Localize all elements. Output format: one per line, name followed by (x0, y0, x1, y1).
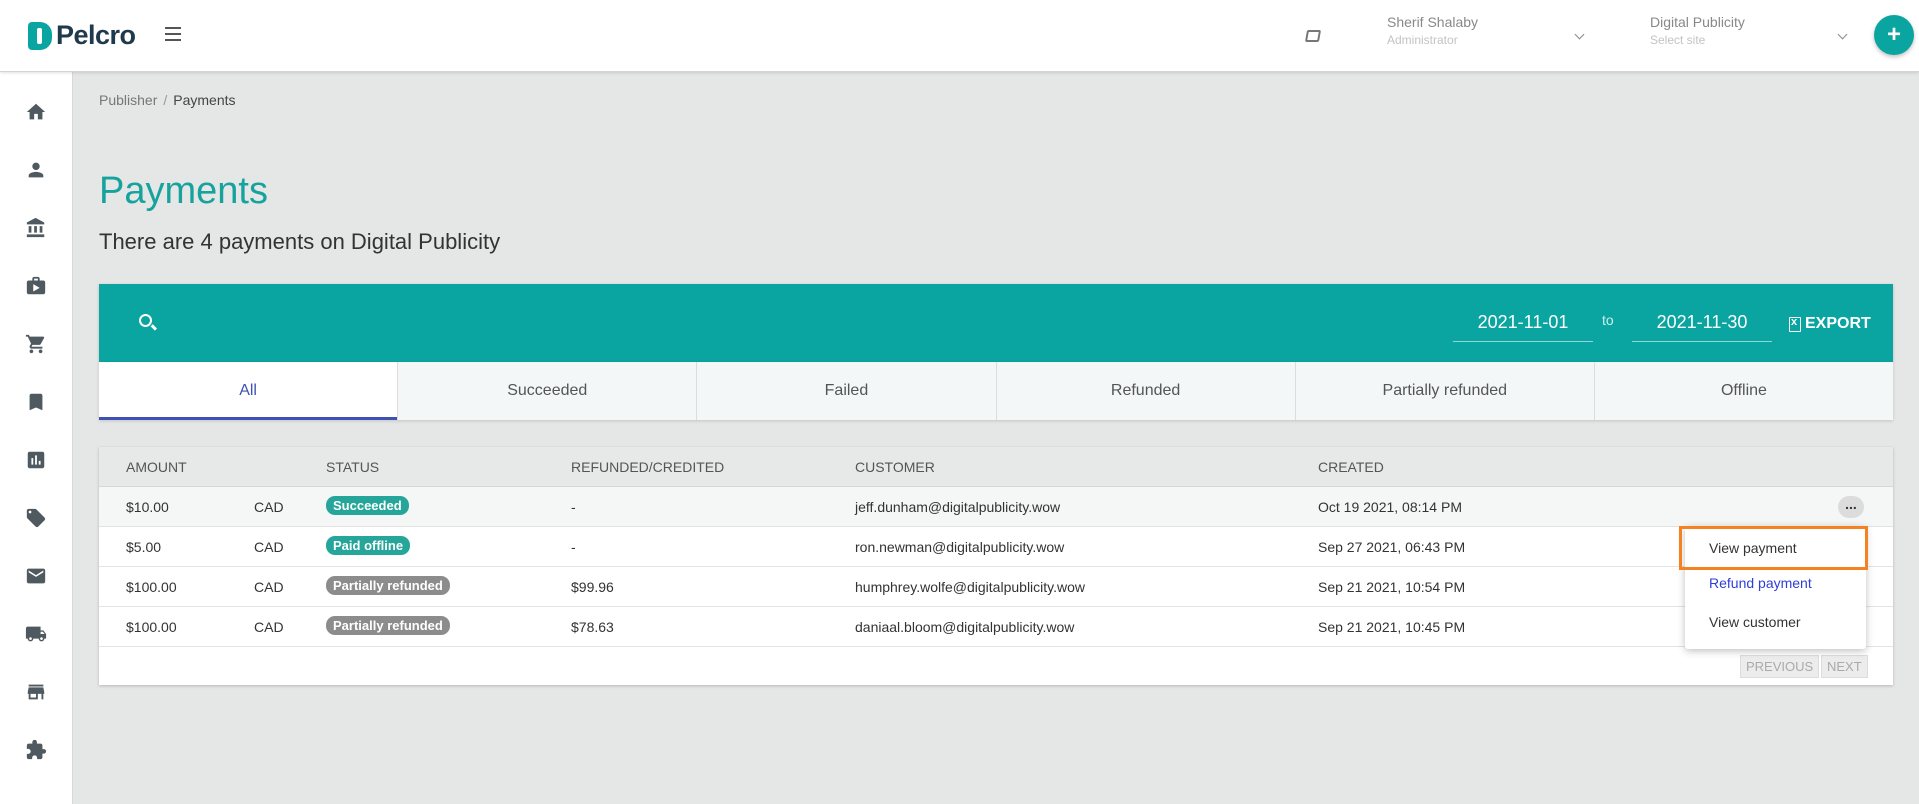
truck-icon[interactable] (24, 622, 48, 646)
status-badge: Partially refunded (326, 616, 450, 635)
tab-partially-refunded[interactable]: Partially refunded (1296, 362, 1595, 420)
status-tabs: All Succeeded Failed Refunded Partially … (99, 362, 1893, 420)
tab-offline[interactable]: Offline (1595, 362, 1893, 420)
table-row[interactable]: $10.00 CAD Succeeded - jeff.dunham@digit… (99, 487, 1893, 527)
currency: CAD (254, 619, 284, 635)
tab-refunded[interactable]: Refunded (997, 362, 1296, 420)
created-date: Oct 19 2021, 08:14 PM (1318, 499, 1462, 515)
date-from-input[interactable]: 2021-11-01 (1453, 312, 1593, 342)
export-button[interactable]: EXPORT (1789, 315, 1871, 333)
status-badge: Partially refunded (326, 576, 450, 595)
column-status: STATUS (326, 459, 380, 475)
column-refunded: REFUNDED/CREDITED (571, 459, 725, 475)
currency: CAD (254, 579, 284, 595)
refunded-amount: - (571, 539, 576, 555)
table-row[interactable]: $100.00 CAD Partially refunded $99.96 hu… (99, 567, 1893, 607)
tab-succeeded[interactable]: Succeeded (398, 362, 698, 420)
tab-failed[interactable]: Failed (697, 362, 997, 420)
customer-email[interactable]: daniaal.bloom@digitalpublicity.wow (855, 619, 1074, 635)
created-date: Sep 21 2021, 10:45 PM (1318, 619, 1466, 635)
date-to-input[interactable]: 2021-11-30 (1632, 312, 1772, 342)
created-date: Sep 21 2021, 10:54 PM (1318, 579, 1466, 595)
table-header: AMOUNT STATUS REFUNDED/CREDITED CUSTOMER… (99, 447, 1893, 487)
created-date: Sep 27 2021, 06:43 PM (1318, 539, 1466, 555)
briefcase-icon[interactable] (24, 274, 48, 298)
ticket-icon[interactable] (24, 506, 48, 530)
column-created: CREATED (1318, 459, 1384, 475)
refunded-amount: $99.96 (571, 579, 614, 595)
site-placeholder: Select site (1650, 33, 1706, 47)
add-button[interactable]: + (1874, 15, 1914, 55)
breadcrumb-current: Payments (173, 92, 236, 108)
user-name: Sherif Shalaby (1387, 14, 1479, 30)
site-selector[interactable]: Digital Publicity Select site (1650, 14, 1850, 47)
view-customer-menu-item[interactable]: View customer (1709, 614, 1801, 630)
logo-text: Pelcro (56, 20, 136, 50)
refunded-amount: $78.63 (571, 619, 614, 635)
breadcrumb-publisher[interactable]: Publisher (99, 92, 157, 108)
table-row[interactable]: $100.00 CAD Partially refunded $78.63 da… (99, 607, 1893, 647)
currency: CAD (254, 539, 284, 555)
top-bar: Pelcro Sherif Shalaby Administrator Digi… (0, 0, 1919, 72)
breadcrumb-separator: / (163, 92, 168, 108)
view-payment-menu-item[interactable]: View payment (1679, 526, 1868, 570)
customer-email[interactable]: humphrey.wolfe@digitalpublicity.wow (855, 579, 1085, 595)
pelcro-logo[interactable]: Pelcro (28, 20, 136, 51)
page-subtitle: There are 4 payments on Digital Publicit… (99, 229, 501, 254)
store-icon[interactable] (24, 680, 48, 704)
row-actions-menu: View payment Refund payment View custome… (1679, 526, 1868, 649)
bank-icon[interactable] (24, 216, 48, 240)
amount: $10.00 (126, 499, 169, 515)
column-customer: CUSTOMER (855, 459, 935, 475)
mail-icon[interactable] (24, 564, 48, 588)
site-name: Digital Publicity (1650, 14, 1745, 30)
next-page-button[interactable]: NEXT (1821, 655, 1868, 678)
column-amount: AMOUNT (126, 459, 187, 475)
breadcrumb: Publisher / Payments (99, 92, 236, 108)
more-actions-button[interactable]: ... (1838, 496, 1864, 518)
customer-email[interactable]: ron.newman@digitalpublicity.wow (855, 539, 1064, 555)
currency: CAD (254, 499, 284, 515)
refund-payment-menu-item[interactable]: Refund payment (1709, 575, 1812, 591)
chart-icon[interactable] (24, 448, 48, 472)
sidebar (0, 72, 73, 804)
bookmark-icon[interactable] (24, 390, 48, 414)
page-title: Payments (99, 170, 268, 212)
refunded-amount: - (571, 499, 576, 515)
excel-file-icon (1789, 316, 1801, 332)
table-row[interactable]: $5.00 CAD Paid offline - ron.newman@digi… (99, 527, 1893, 567)
filter-bar: 2021-11-01 to 2021-11-30 EXPORT (99, 284, 1893, 362)
payments-table: AMOUNT STATUS REFUNDED/CREDITED CUSTOMER… (99, 447, 1893, 685)
date-range-to-label: to (1602, 312, 1614, 328)
puzzle-icon[interactable] (24, 738, 48, 762)
amount: $100.00 (126, 579, 177, 595)
search-icon[interactable] (139, 314, 152, 327)
export-label: EXPORT (1805, 315, 1871, 332)
tab-all[interactable]: All (99, 362, 399, 420)
user-selector[interactable]: Sherif Shalaby Administrator (1387, 14, 1587, 47)
status-badge: Paid offline (326, 536, 411, 555)
book-icon[interactable] (1304, 30, 1322, 42)
amount: $5.00 (126, 539, 162, 555)
amount: $100.00 (126, 619, 177, 635)
status-badge: Succeeded (326, 496, 409, 515)
logo-mark-icon (28, 21, 52, 50)
person-icon[interactable] (24, 158, 48, 182)
customer-email[interactable]: jeff.dunham@digitalpublicity.wow (855, 499, 1060, 515)
menu-icon[interactable] (165, 27, 181, 41)
user-role: Administrator (1387, 33, 1458, 47)
previous-page-button[interactable]: PREVIOUS (1740, 655, 1820, 678)
cart-icon[interactable] (24, 332, 48, 356)
home-icon[interactable] (24, 100, 48, 124)
